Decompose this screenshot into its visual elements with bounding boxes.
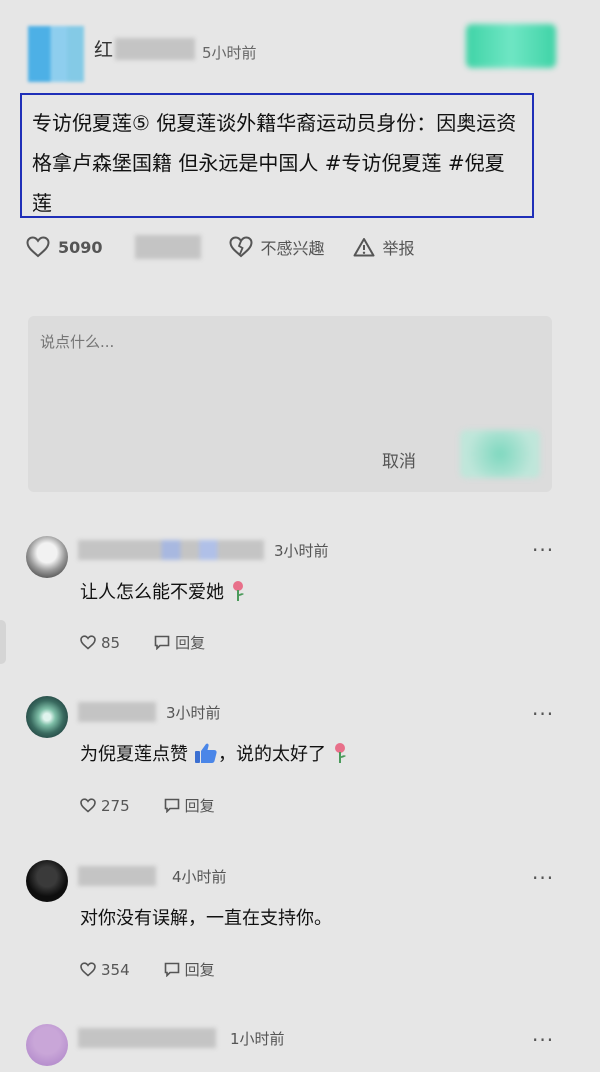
post-timestamp: 5小时前	[202, 44, 257, 62]
not-interested-action[interactable]: 不感兴趣	[229, 235, 325, 259]
share-action[interactable]	[131, 235, 201, 259]
comment-item: 3小时前 ··· 为倪夏莲点赞 ，说的太好了 275 回复	[0, 694, 600, 834]
comment-like-count: 354	[101, 960, 130, 979]
comment-item: 3小时前 ··· 让人怎么能不爱她 85 回复	[0, 530, 600, 670]
commenter-avatar[interactable]	[26, 1024, 68, 1066]
submit-button[interactable]	[460, 430, 540, 478]
comment-item: 1小时前 ···	[0, 1020, 600, 1072]
warning-icon	[353, 238, 375, 257]
comment-actions: 85 回复	[80, 632, 205, 653]
commenter-name[interactable]	[78, 1028, 216, 1048]
post-actions: 5090 不感兴趣 举报	[26, 230, 586, 264]
comment-input[interactable]	[38, 332, 522, 352]
comment-icon	[154, 635, 170, 650]
post-text: 专访倪夏莲⑤ 倪夏莲谈外籍华裔运动员身份：因奥运资格拿卢森堡国籍 但永远是中国人…	[20, 93, 534, 218]
heart-icon	[80, 798, 96, 813]
comment-text-content: 对你没有误解，一直在支持你。	[80, 908, 332, 929]
commenter-avatar[interactable]	[26, 696, 68, 738]
report-label: 举报	[382, 239, 415, 258]
more-options-button[interactable]: ···	[532, 702, 554, 726]
author-name-visible: 红	[94, 39, 114, 61]
heart-icon	[80, 962, 96, 977]
rose-icon	[230, 580, 246, 602]
commenter-name[interactable]	[78, 702, 156, 722]
more-options-button[interactable]: ···	[532, 866, 554, 890]
more-options-button[interactable]: ···	[532, 538, 554, 562]
cancel-button[interactable]: 取消	[376, 446, 422, 473]
comment-text-tail: ，说的太好了	[218, 744, 326, 765]
comment-timestamp: 3小时前	[274, 542, 329, 560]
not-interested-label: 不感兴趣	[260, 239, 325, 258]
author-avatar[interactable]	[28, 26, 84, 82]
follow-button[interactable]	[466, 24, 556, 68]
like-action[interactable]: 5090	[26, 236, 103, 258]
rose-icon	[332, 742, 348, 764]
broken-heart-icon	[229, 236, 253, 258]
comment-text: 为倪夏莲点赞 ，说的太好了	[80, 740, 348, 766]
commenter-name[interactable]	[78, 866, 156, 886]
commenter-name[interactable]	[78, 540, 264, 560]
comment-actions: 354 回复	[80, 959, 215, 980]
comment-reply-button[interactable]: 回复	[164, 795, 215, 816]
author-name-blurred	[115, 37, 196, 60]
more-options-button[interactable]: ···	[532, 1028, 554, 1052]
comment-timestamp: 3小时前	[166, 704, 221, 722]
comment-box: 取消	[28, 316, 552, 492]
thumbs-up-icon	[194, 742, 218, 764]
comment-timestamp: 4小时前	[172, 868, 227, 886]
heart-icon	[26, 236, 50, 258]
report-action[interactable]: 举报	[353, 235, 415, 259]
share-label-blurred	[134, 235, 201, 259]
commenter-avatar[interactable]	[26, 536, 68, 578]
comment-reply-button[interactable]: 回复	[164, 959, 215, 980]
comment-like-button[interactable]: 275	[80, 797, 130, 815]
comment-text: 对你没有误解，一直在支持你。	[80, 904, 332, 930]
comment-like-button[interactable]: 85	[80, 634, 120, 652]
comment-like-button[interactable]: 354	[80, 961, 130, 979]
comment-text-content: 为倪夏莲点赞	[80, 744, 188, 765]
comment-timestamp: 1小时前	[230, 1030, 285, 1048]
like-count: 5090	[58, 237, 103, 257]
comment-like-count: 85	[101, 633, 121, 652]
comment-reply-button[interactable]: 回复	[154, 632, 205, 653]
post-header: 红 5小时前	[0, 0, 600, 90]
comment-like-count: 275	[101, 796, 130, 815]
author-name[interactable]: 红	[94, 35, 196, 62]
comment-text-content: 让人怎么能不爱她	[80, 582, 224, 603]
comment-reply-label: 回复	[184, 961, 215, 979]
commenter-avatar[interactable]	[26, 860, 68, 902]
comment-icon	[164, 962, 179, 977]
comment-reply-label: 回复	[175, 634, 206, 652]
comment-item: 4小时前 ··· 对你没有误解，一直在支持你。 354 回复	[0, 858, 600, 998]
post-detail-page: 红 5小时前 专访倪夏莲⑤ 倪夏莲谈外籍华裔运动员身份：因奥运资格拿卢森堡国籍 …	[0, 0, 600, 1072]
comment-actions: 275 回复	[80, 795, 215, 816]
comment-icon	[164, 798, 179, 813]
comment-text: 让人怎么能不爱她	[80, 578, 246, 604]
heart-icon	[80, 635, 96, 650]
comment-reply-label: 回复	[184, 797, 215, 815]
